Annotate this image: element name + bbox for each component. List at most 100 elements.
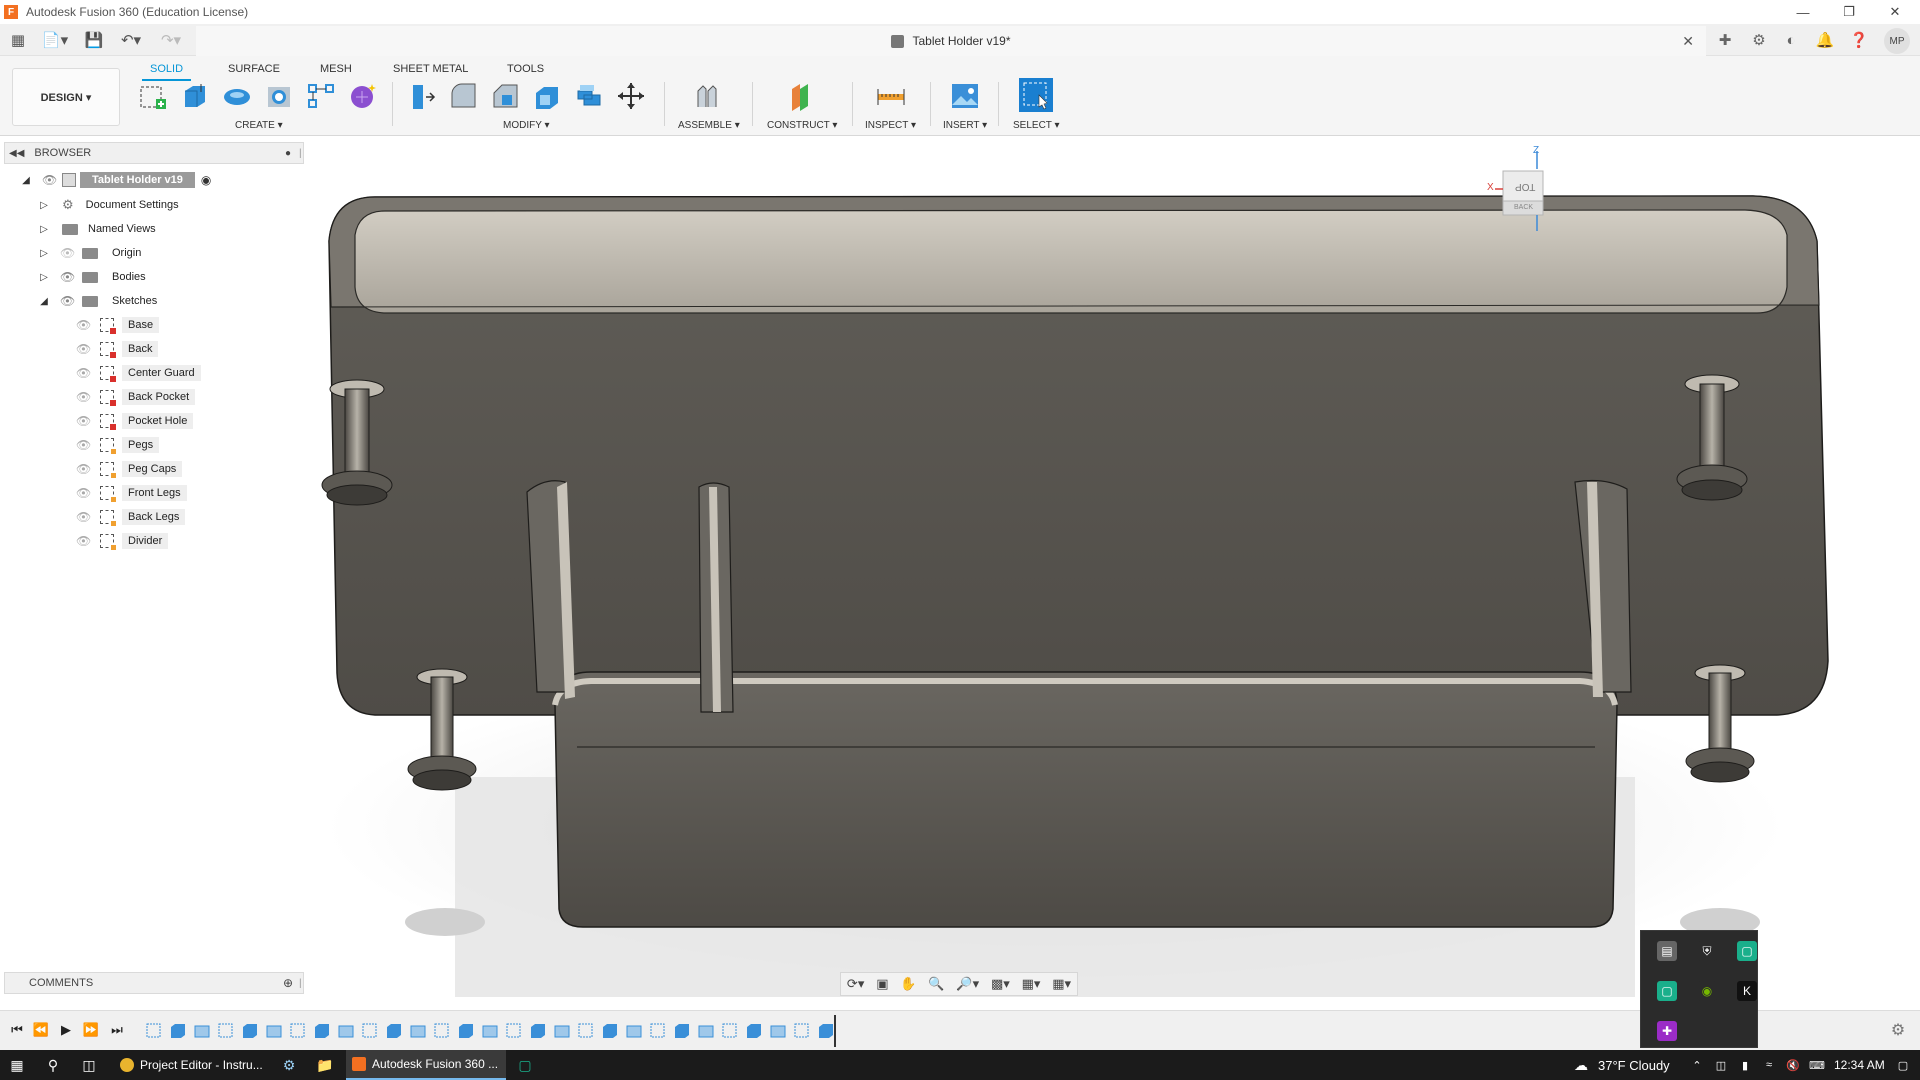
save-icon[interactable]: 💾 bbox=[84, 28, 104, 52]
tray-shield-icon[interactable]: ⛨ bbox=[1697, 941, 1717, 961]
visibility-eye-icon[interactable]: 👁 bbox=[60, 294, 75, 308]
browser-item-sketches[interactable]: ◢ 👁 Sketches bbox=[38, 291, 157, 311]
visibility-eye-icon[interactable]: 👁 bbox=[60, 270, 75, 284]
move-copy-icon[interactable] bbox=[615, 80, 647, 112]
sketch-item[interactable]: 👁 Divider bbox=[76, 531, 169, 551]
combine-icon[interactable] bbox=[573, 80, 605, 112]
hidden-eye-icon[interactable]: 👁 bbox=[76, 390, 91, 404]
inspect-menu[interactable]: INSPECT ▾ bbox=[865, 120, 916, 131]
insert-image-icon[interactable] bbox=[949, 80, 981, 112]
wifi-icon[interactable]: ≈ bbox=[1758, 1055, 1780, 1075]
undo-icon[interactable]: ↶▾ bbox=[116, 28, 146, 52]
tab-tools[interactable]: TOOLS bbox=[507, 59, 544, 79]
taskbar-app-chrome[interactable]: Project Editor - Instru... bbox=[114, 1050, 268, 1080]
model-render[interactable] bbox=[305, 137, 1920, 997]
hidden-eye-icon[interactable]: 👁 bbox=[76, 510, 91, 524]
pattern-icon[interactable] bbox=[305, 80, 337, 112]
visibility-eye-icon[interactable]: 👁 bbox=[42, 173, 57, 187]
weather-cloud-icon[interactable]: ☁ bbox=[1570, 1055, 1592, 1075]
hidden-eye-icon[interactable]: 👁 bbox=[76, 438, 91, 452]
file-menu-icon[interactable]: 📄▾ bbox=[38, 28, 72, 52]
viewports-icon[interactable]: ▦▾ bbox=[1052, 976, 1071, 992]
timeline-feature-icon[interactable] bbox=[530, 1023, 546, 1039]
timeline-marker[interactable] bbox=[834, 1015, 836, 1047]
timeline-feature-icon[interactable] bbox=[386, 1023, 402, 1039]
timeline-feature-icon[interactable] bbox=[218, 1023, 234, 1039]
restore-button[interactable]: ❐ bbox=[1826, 0, 1872, 24]
sketch-item[interactable]: 👁 Center Guard bbox=[76, 363, 201, 383]
timeline-feature-icon[interactable] bbox=[458, 1023, 474, 1039]
timeline-feature-icon[interactable] bbox=[410, 1023, 426, 1039]
timeline-feature-icon[interactable] bbox=[434, 1023, 450, 1039]
close-tab-icon[interactable]: ✕ bbox=[1682, 33, 1694, 50]
close-window-button[interactable]: ✕ bbox=[1872, 0, 1918, 24]
workspace-switcher[interactable]: DESIGN ▾ bbox=[12, 68, 120, 126]
expand-arrow-icon[interactable]: ▷ bbox=[38, 200, 50, 211]
shell-icon[interactable] bbox=[531, 80, 563, 112]
grid-settings-icon[interactable]: ▦▾ bbox=[1022, 976, 1041, 992]
sketch-item[interactable]: 👁 Back Legs bbox=[76, 507, 186, 527]
timeline-settings-gear-icon[interactable]: ⚙ bbox=[1887, 1019, 1909, 1041]
timeline-feature-icon[interactable] bbox=[650, 1023, 666, 1039]
press-pull-icon[interactable] bbox=[405, 80, 437, 112]
timeline-feature-icon[interactable] bbox=[578, 1023, 594, 1039]
tray-app-icon[interactable]: K bbox=[1737, 981, 1757, 1001]
notifications-bell-icon[interactable]: 🔔 bbox=[1812, 28, 1838, 52]
tray-app-icon[interactable]: ✚ bbox=[1657, 1021, 1677, 1041]
assemble-menu[interactable]: ASSEMBLE ▾ bbox=[678, 120, 740, 131]
timeline-feature-icon[interactable] bbox=[338, 1023, 354, 1039]
clock-time[interactable]: 12:34 AM bbox=[1834, 1058, 1885, 1072]
offset-plane-icon[interactable] bbox=[785, 80, 817, 112]
tray-drive-icon[interactable]: ▤ bbox=[1657, 941, 1677, 961]
revolve-icon[interactable] bbox=[221, 80, 253, 112]
zoom-icon[interactable]: 🔍 bbox=[928, 976, 944, 992]
collapse-arrow-icon[interactable]: ◢ bbox=[38, 296, 50, 307]
hidden-eye-icon[interactable]: 👁 bbox=[76, 486, 91, 500]
hidden-eye-icon[interactable]: 👁 bbox=[76, 462, 91, 476]
weather-text[interactable]: 37°F Cloudy bbox=[1598, 1058, 1670, 1073]
expand-arrow-icon[interactable]: ▷ bbox=[38, 248, 50, 259]
hidden-eye-icon[interactable]: 👁 bbox=[60, 246, 75, 260]
activate-radio-icon[interactable]: ◉ bbox=[201, 173, 211, 187]
notification-center-icon[interactable]: ▢ bbox=[1892, 1055, 1914, 1075]
view-cube[interactable]: TOP BACK Z X bbox=[1487, 145, 1555, 239]
display-icon[interactable]: ◫ bbox=[1710, 1055, 1732, 1075]
timeline-feature-icon[interactable] bbox=[794, 1023, 810, 1039]
browser-header[interactable]: ◀◀ BROWSER ● | bbox=[4, 142, 304, 164]
create-menu[interactable]: CREATE ▾ bbox=[235, 120, 283, 131]
timeline-feature-icon[interactable] bbox=[170, 1023, 186, 1039]
timeline-feature-icon[interactable] bbox=[266, 1023, 282, 1039]
tray-nvidia-icon[interactable]: ◉ bbox=[1697, 981, 1717, 1001]
orbit-icon[interactable]: ⟳▾ bbox=[847, 976, 864, 992]
timeline-feature-icon[interactable] bbox=[194, 1023, 210, 1039]
select-menu[interactable]: SELECT ▾ bbox=[1013, 120, 1060, 131]
expand-arrow-icon[interactable]: ▷ bbox=[38, 224, 50, 235]
comments-grip-icon[interactable]: | bbox=[299, 978, 302, 989]
timeline-feature-icon[interactable] bbox=[290, 1023, 306, 1039]
extensions-icon[interactable]: ⚙ bbox=[1746, 28, 1772, 52]
fit-zoom-icon[interactable]: 🔎▾ bbox=[956, 976, 979, 992]
help-icon[interactable]: ❓ bbox=[1846, 28, 1872, 52]
tray-app-icon[interactable]: ▢ bbox=[1657, 981, 1677, 1001]
browser-item-bodies[interactable]: ▷ 👁 Bodies bbox=[38, 267, 146, 287]
timeline-prev-icon[interactable]: ⏪ bbox=[30, 1019, 52, 1041]
search-icon[interactable]: ⚲ bbox=[42, 1055, 64, 1075]
timeline-next-icon[interactable]: ⏩ bbox=[80, 1019, 102, 1041]
create-sketch-icon[interactable] bbox=[137, 80, 169, 112]
timeline-play-icon[interactable]: ▶ bbox=[55, 1019, 77, 1041]
steam-icon[interactable]: ⚙ bbox=[278, 1055, 300, 1075]
taskbar-app-fusion[interactable]: Autodesk Fusion 360 ... bbox=[346, 1050, 506, 1080]
tab-sheet-metal[interactable]: SHEET METAL bbox=[393, 59, 468, 79]
joint-icon[interactable] bbox=[691, 80, 723, 112]
select-icon[interactable] bbox=[1019, 78, 1053, 112]
timeline-feature-icon[interactable] bbox=[770, 1023, 786, 1039]
hidden-eye-icon[interactable]: 👁 bbox=[76, 414, 91, 428]
hole-icon[interactable] bbox=[263, 80, 295, 112]
redo-icon[interactable]: ↷▾ bbox=[156, 28, 186, 52]
chamfer-icon[interactable] bbox=[489, 80, 521, 112]
browser-pin-icon[interactable]: ● bbox=[285, 148, 291, 159]
hidden-eye-icon[interactable]: 👁 bbox=[76, 342, 91, 356]
timeline-feature-icon[interactable] bbox=[602, 1023, 618, 1039]
browser-grip-icon[interactable]: | bbox=[299, 148, 302, 159]
sketch-item[interactable]: 👁 Pegs bbox=[76, 435, 160, 455]
